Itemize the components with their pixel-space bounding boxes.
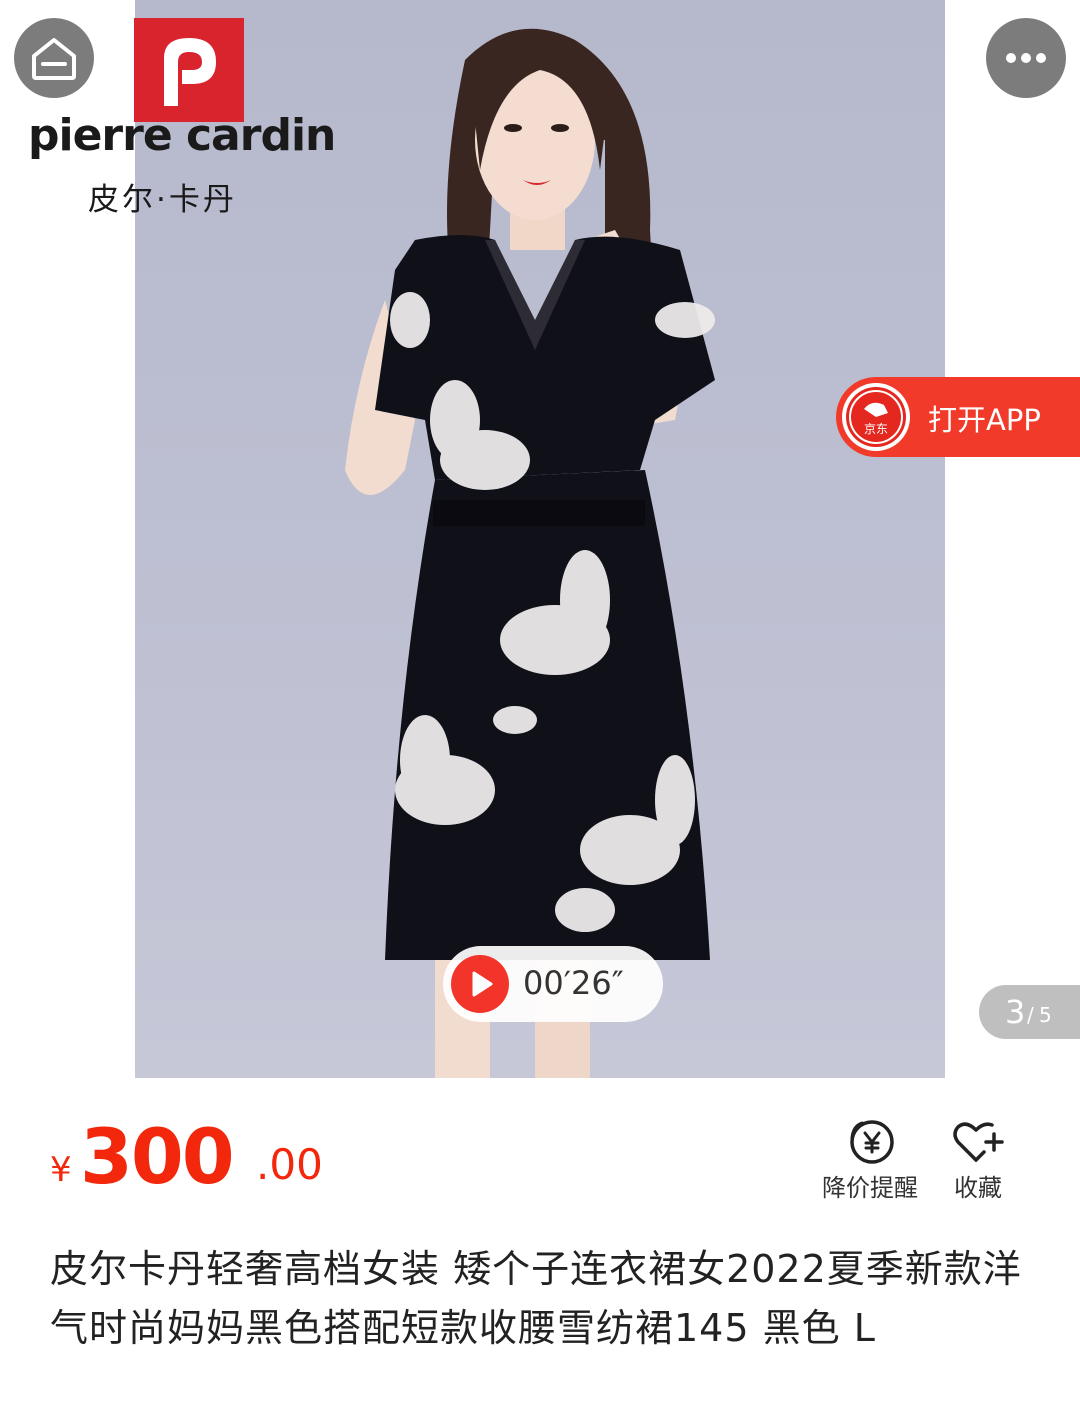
price-decimal: .00 bbox=[256, 1140, 323, 1189]
price-alert-label: 降价提醒 bbox=[822, 1174, 918, 1202]
home-icon bbox=[32, 38, 76, 80]
play-icon bbox=[451, 955, 509, 1013]
svg-text:京东: 京东 bbox=[864, 422, 888, 436]
home-button[interactable] bbox=[14, 18, 94, 98]
favorite-button[interactable]: 收藏 bbox=[944, 1110, 1014, 1210]
page-current: 3 bbox=[1005, 993, 1026, 1031]
price-integer: 300 bbox=[80, 1112, 235, 1201]
video-play-button[interactable]: 00′26″ bbox=[443, 946, 663, 1022]
product-gallery[interactable]: pierre cardin 皮尔·卡丹 京东 打开APP 00′26″ 3 / … bbox=[0, 0, 1080, 1080]
yen-bell-icon bbox=[850, 1120, 894, 1164]
gallery-page-indicator: 3 / 5 bbox=[979, 985, 1080, 1039]
product-title: 皮尔卡丹轻奢高档女装 矮个子连衣裙女2022夏季新款洋气时尚妈妈黑色搭配短款收腰… bbox=[50, 1247, 1022, 1350]
price-currency-symbol: ¥ bbox=[50, 1150, 72, 1190]
open-app-button[interactable]: 京东 打开APP bbox=[836, 377, 1080, 457]
brand-name-cn: 皮尔·卡丹 bbox=[88, 182, 237, 218]
more-options-button[interactable] bbox=[986, 18, 1066, 98]
jd-logo-icon: 京东 bbox=[842, 383, 910, 451]
heart-plus-icon bbox=[953, 1122, 1004, 1162]
page-separator: / bbox=[1027, 1003, 1034, 1027]
more-dots-icon bbox=[1006, 53, 1046, 63]
video-duration: 00′26″ bbox=[523, 964, 624, 1002]
brand-mark-icon bbox=[134, 18, 244, 122]
brand-name-en: pierre cardin bbox=[28, 110, 336, 161]
price-alert-button[interactable]: 降价提醒 bbox=[818, 1110, 928, 1210]
page-total: 5 bbox=[1039, 1003, 1052, 1027]
open-app-label: 打开APP bbox=[928, 403, 1041, 437]
favorite-label: 收藏 bbox=[954, 1174, 1002, 1202]
